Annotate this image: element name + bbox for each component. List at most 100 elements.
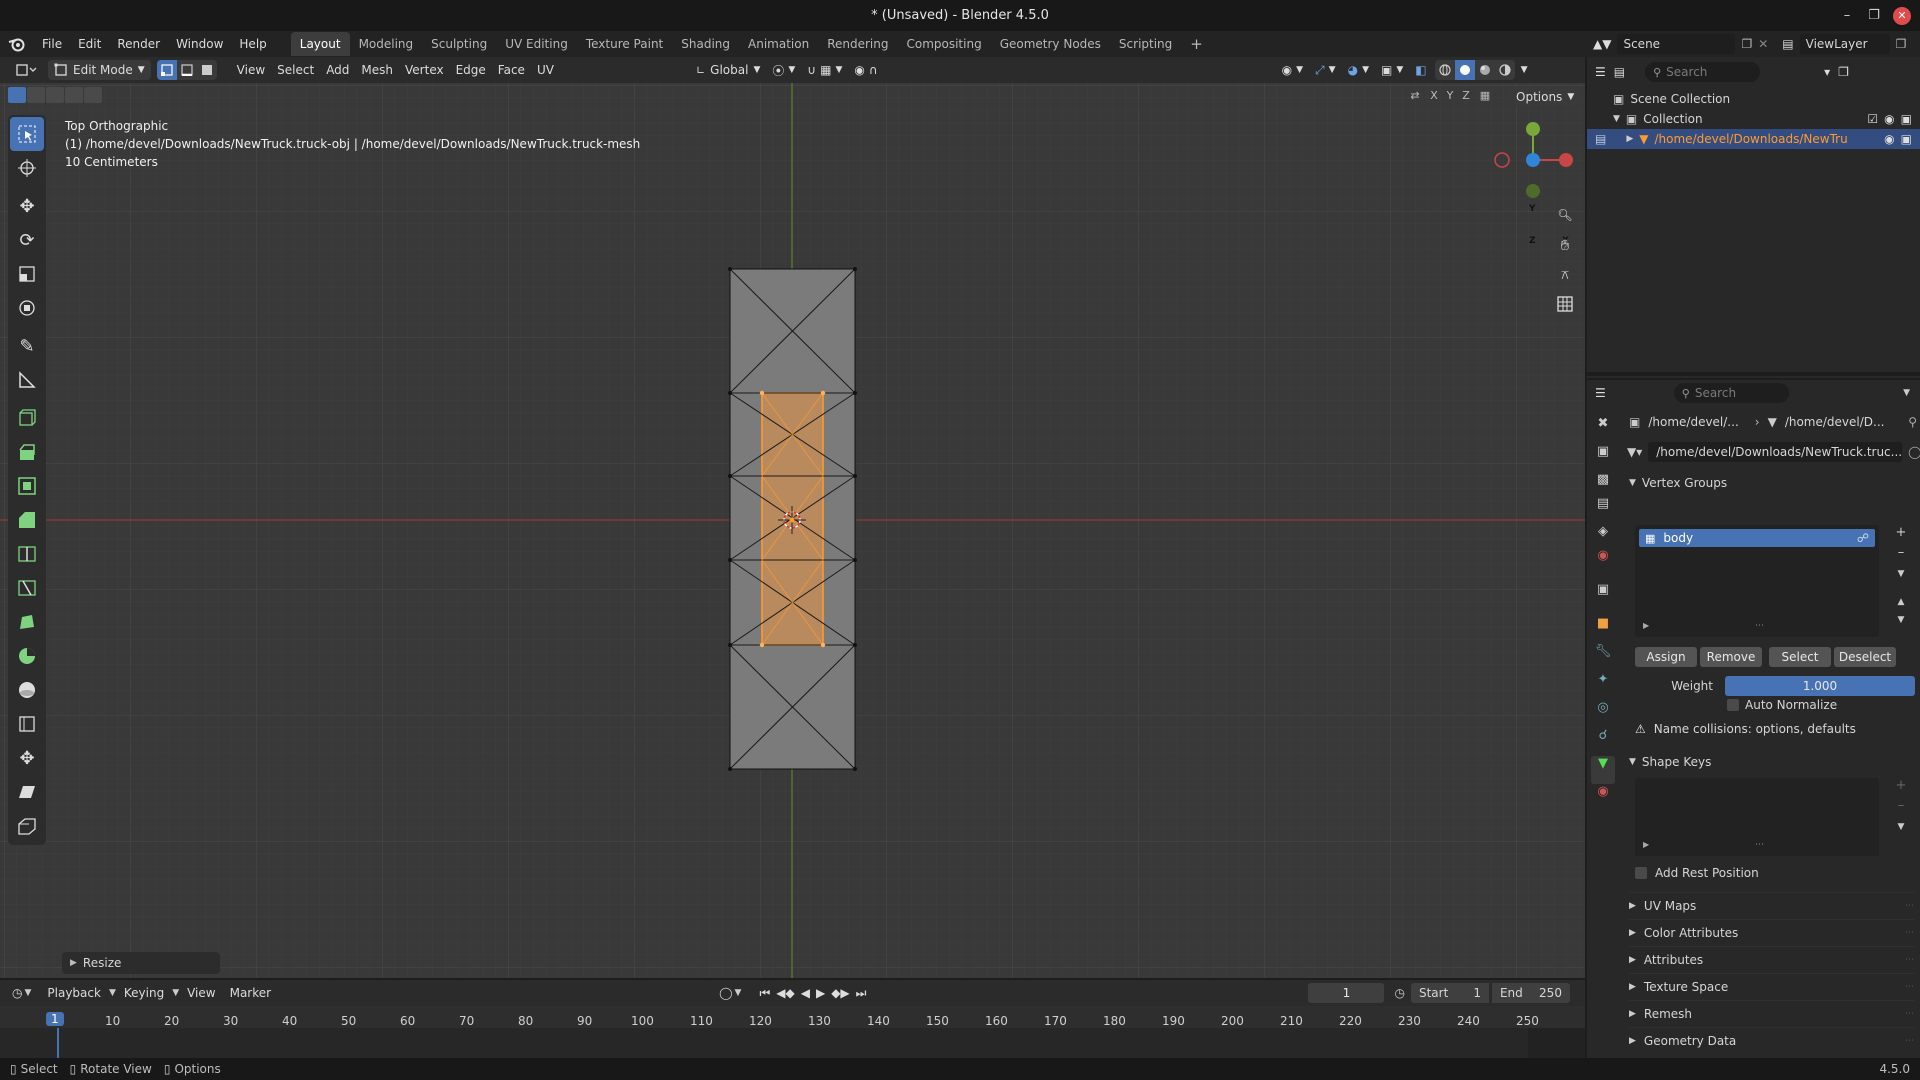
tab-particles-icon[interactable]: ✦ (1591, 672, 1615, 700)
resize-handle-icon[interactable]: ⋯ (1755, 621, 1764, 631)
add-workspace-icon[interactable]: + (1181, 32, 1212, 56)
menu-face[interactable]: Face (492, 60, 531, 80)
drag-handle-icon[interactable]: ⋯ (1905, 982, 1914, 992)
transform-orientation-dropdown[interactable]: ∟ Global ▼ (690, 60, 766, 80)
mirror-icon[interactable]: ⇄ (1405, 89, 1425, 102)
axis-y-toggle[interactable]: Y (1443, 89, 1457, 102)
tab-scene-icon[interactable]: ◈ (1591, 524, 1615, 548)
cursor-tool[interactable] (8, 151, 46, 185)
properties-search[interactable]: ⚲ Search (1673, 383, 1789, 403)
tab-geometry-nodes[interactable]: Geometry Nodes (991, 32, 1110, 56)
tab-sculpting[interactable]: Sculpting (422, 32, 496, 56)
auto-normalize-row[interactable]: Auto Normalize (1727, 698, 1837, 712)
list-expand-icon[interactable]: ▶ (1643, 621, 1649, 630)
menu-add[interactable]: Add (320, 60, 355, 80)
shape-key-list[interactable]: ▶ ⋯ (1635, 778, 1879, 856)
select-subtract-icon[interactable] (46, 87, 64, 103)
tab-constraints-icon[interactable]: ☌ (1591, 728, 1615, 756)
menu-vertex[interactable]: Vertex (399, 60, 450, 80)
drag-handle-icon[interactable]: ⋯ (1905, 955, 1914, 965)
deselect-button[interactable]: Deselect (1834, 647, 1896, 667)
3d-viewport[interactable]: Y X Z Top Orthographic (1) /home/devel/D… (0, 83, 1585, 978)
menu-window[interactable]: Window (168, 33, 231, 55)
menu-edit[interactable]: Edit (70, 33, 109, 55)
wireframe-shading-icon[interactable] (1435, 60, 1455, 80)
attributes-panel-header[interactable]: ▶ Attributes ⋯ (1629, 946, 1914, 973)
scene-icon[interactable]: ▲▼ (1593, 37, 1611, 51)
specials-chevron-icon[interactable]: ▼ (1891, 569, 1911, 597)
mode-selector[interactable]: Edit Mode ▼ (48, 60, 151, 80)
visibility-dropdown[interactable]: ◉ ▼ (1276, 60, 1309, 80)
chevron-down-icon[interactable]: ▼ (1903, 388, 1910, 398)
pivot-point-dropdown[interactable]: ⦿ ▼ (766, 60, 801, 80)
tab-mesh-data-icon[interactable]: ▼ (1591, 756, 1615, 784)
shape-keys-panel-header[interactable]: ▼ Shape Keys (1629, 749, 1711, 775)
menu-render[interactable]: Render (109, 33, 168, 55)
extrude-tool[interactable] (8, 435, 46, 469)
tab-object-icon[interactable]: ■ (1591, 616, 1615, 644)
pin-icon[interactable]: ⚲ (1908, 415, 1917, 429)
drag-handle-icon[interactable]: ⋯ (1905, 1036, 1914, 1046)
display-mode-icon[interactable]: ▤ (1614, 65, 1625, 79)
tab-modeling[interactable]: Modeling (350, 32, 423, 56)
tab-layout[interactable]: Layout (290, 32, 350, 56)
face-select-icon[interactable] (197, 60, 217, 80)
annotate-tool[interactable]: ✎ (8, 329, 46, 363)
menu-view[interactable]: View (231, 60, 271, 80)
weight-slider[interactable]: 1.000 (1725, 676, 1915, 696)
viewlayer-icon[interactable]: ▤ (1782, 37, 1793, 51)
list-item[interactable]: ▦ body ☍ (1639, 529, 1875, 547)
menu-mesh[interactable]: Mesh (355, 60, 399, 80)
poly-build-tool[interactable] (8, 605, 46, 639)
outliner-search[interactable]: ⚲ Search (1645, 62, 1761, 82)
scene-selector[interactable]: Scene (1617, 34, 1736, 54)
move-tool[interactable]: ✥ (8, 189, 46, 223)
tab-world-icon[interactable]: ◉ (1591, 548, 1615, 582)
camera-icon[interactable]: ▣ (1901, 132, 1912, 146)
current-frame-marker[interactable]: 1 (46, 1012, 64, 1026)
menu-help[interactable]: Help (231, 33, 274, 55)
orthographic-grid-icon[interactable] (1552, 292, 1578, 316)
move-down-icon[interactable]: ▼ (1891, 615, 1911, 633)
move-up-icon[interactable]: ▲ (1891, 597, 1911, 615)
bevel-tool[interactable] (8, 503, 46, 537)
new-scene-icon[interactable]: ❐ (1741, 37, 1752, 51)
zoom-icon[interactable]: 🔍︎ (1552, 203, 1578, 227)
add-rest-position-row[interactable]: Add Rest Position (1635, 866, 1759, 880)
transform-tool[interactable] (8, 291, 46, 325)
add-vertex-group-icon[interactable]: + (1891, 525, 1911, 545)
outliner-editor-type-icon[interactable]: ☰ (1595, 65, 1606, 79)
options-dropdown[interactable]: Options ▼ (1510, 87, 1581, 106)
menu-file[interactable]: File (34, 33, 70, 55)
add-rest-position-checkbox[interactable] (1635, 867, 1647, 879)
menu-edge[interactable]: Edge (450, 60, 492, 80)
loop-cut-tool[interactable] (8, 537, 46, 571)
add-shape-key-icon[interactable]: + (1891, 778, 1911, 798)
material-shading-icon[interactable] (1475, 60, 1495, 80)
camera-icon[interactable]: ▣ (1901, 112, 1912, 126)
list-expand-icon[interactable]: ▶ (1643, 840, 1649, 849)
assign-button[interactable]: Assign (1635, 647, 1697, 667)
tab-output-icon[interactable]: ▩ (1591, 472, 1615, 496)
delete-scene-icon[interactable]: ✕ (1758, 37, 1768, 51)
drag-handle-icon[interactable]: ⋯ (1905, 1009, 1914, 1019)
vertex-select-icon[interactable] (156, 60, 177, 80)
tab-uv-editing[interactable]: UV Editing (496, 32, 577, 56)
edge-select-icon[interactable] (177, 60, 197, 80)
solid-shading-icon[interactable] (1454, 60, 1475, 80)
axis-x-toggle[interactable]: X (1427, 89, 1441, 102)
eye-icon[interactable]: ◉ (1884, 112, 1894, 126)
remesh-panel-header[interactable]: ▶ Remesh ⋯ (1629, 1000, 1914, 1027)
chevron-down-icon[interactable]: ▼ (1613, 114, 1620, 124)
mesh-name-field[interactable]: /home/devel/Downloads/NewTruck.truc... (1648, 442, 1903, 462)
proportional-edit-toggle[interactable]: ◉ ∩ (848, 60, 883, 80)
auto-normalize-checkbox[interactable] (1727, 699, 1739, 711)
specials-chevron-icon[interactable]: ▼ (1891, 822, 1911, 850)
texture-space-panel-header[interactable]: ▶ Texture Space ⋯ (1629, 973, 1914, 1000)
rendered-shading-icon[interactable] (1495, 60, 1515, 80)
select-new-icon[interactable] (8, 87, 26, 103)
uv-maps-panel-header[interactable]: ▶ UV Maps ⋯ (1629, 892, 1914, 919)
menu-select[interactable]: Select (271, 60, 320, 80)
tab-animation[interactable]: Animation (739, 32, 818, 56)
drag-handle-icon[interactable]: ⋯ (1905, 901, 1914, 911)
